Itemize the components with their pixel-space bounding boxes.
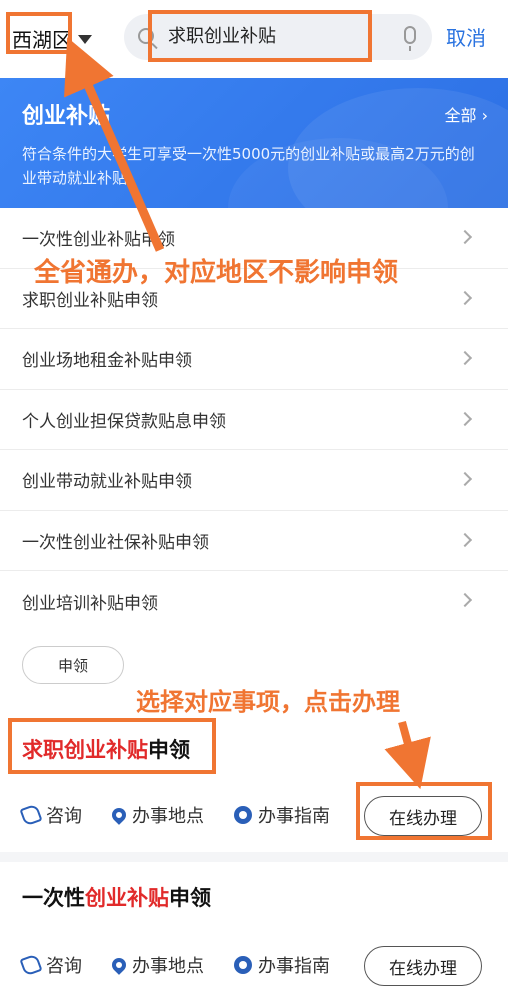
chevron-right-icon <box>457 229 473 245</box>
list-item-label: 创业带动就业补贴申领 <box>22 472 192 493</box>
search-icon <box>138 28 154 44</box>
chevron-right-icon <box>457 592 473 608</box>
filter-tag[interactable]: 申领 <box>22 646 124 684</box>
banner-description: 符合条件的大学生可享受一次性5000元的创业补贴或最高2万元的创业带动就业补贴。 <box>22 145 475 187</box>
view-all-link[interactable]: 全部 › <box>445 102 489 126</box>
compass-icon <box>234 806 252 824</box>
title-rest: 申领 <box>148 738 190 762</box>
action-label: 办事指南 <box>258 956 330 977</box>
location-button[interactable]: 办事地点 <box>109 802 204 828</box>
chevron-right-icon <box>457 411 473 426</box>
action-label: 办事指南 <box>258 806 330 827</box>
caret-down-icon <box>78 34 92 44</box>
annotation-note: 选择对应事项，点击办理 <box>136 688 400 716</box>
action-label: 咨询 <box>46 806 82 827</box>
category-banner: 创业补贴 全部 › 符合条件的大学生可享受一次性5000元的创业补贴或最高2万元… <box>0 78 508 208</box>
action-label: 办事地点 <box>132 806 204 827</box>
title-prefix: 一次性 <box>22 886 85 910</box>
list-item-label: 创业场地租金补贴申领 <box>22 351 192 372</box>
action-label: 办事地点 <box>132 956 204 977</box>
action-label: 咨询 <box>46 956 82 977</box>
list-item-label: 一次性创业社保补贴申领 <box>22 532 209 553</box>
list-item-label: 个人创业担保贷款贴息申领 <box>22 411 226 432</box>
list-item-label: 创业培训补贴申领 <box>22 593 158 614</box>
list-item[interactable]: 一次性创业社保补贴申领 <box>0 511 508 571</box>
list-item[interactable]: 个人创业担保贷款贴息申领 <box>0 390 508 450</box>
chevron-right-icon <box>457 471 473 487</box>
title-highlight: 创业补贴 <box>85 886 169 910</box>
search-input[interactable]: 求职创业补贴 <box>124 14 432 60</box>
list-item-label: 求职创业补贴申领 <box>22 290 158 311</box>
region-selector[interactable]: 西湖区 <box>12 18 92 58</box>
list-item-label: 一次性创业补贴申领 <box>22 230 175 251</box>
microphone-icon[interactable] <box>404 26 416 51</box>
list-item[interactable]: 创业场地租金补贴申领 <box>0 329 508 390</box>
region-label: 西湖区 <box>12 27 72 52</box>
result-card: 求职创业补贴申领 咨询 办事地点 办事指南 在线办理 <box>0 702 508 852</box>
chevron-right-icon <box>457 350 473 366</box>
annotation-note: 全省通办，对应地区不影响申领 <box>34 258 399 288</box>
card-actions: 咨询 办事地点 办事指南 <box>19 796 360 834</box>
consult-button[interactable]: 咨询 <box>19 952 82 978</box>
title-highlight: 求职创业补贴 <box>22 738 148 762</box>
list-item[interactable]: 创业带动就业补贴申领 <box>0 450 508 511</box>
guide-button[interactable]: 办事指南 <box>234 802 330 828</box>
location-button[interactable]: 办事地点 <box>109 952 204 978</box>
location-pin-icon <box>109 805 129 825</box>
apply-online-button[interactable]: 在线办理 <box>364 946 482 986</box>
card-actions: 咨询 办事地点 办事指南 <box>19 946 360 984</box>
compass-icon <box>234 956 252 974</box>
search-query: 求职创业补贴 <box>168 26 276 47</box>
result-card: 一次性创业补贴申领 咨询 办事地点 办事指南 在线办理 <box>0 862 508 1000</box>
phone-icon <box>19 803 43 827</box>
title-rest: 申领 <box>169 886 211 910</box>
banner-title: 创业补贴 <box>22 104 111 129</box>
guide-button[interactable]: 办事指南 <box>234 952 330 978</box>
search-header: 西湖区 求职创业补贴 取消 <box>0 0 508 78</box>
result-title[interactable]: 一次性创业补贴申领 <box>22 882 211 912</box>
cancel-button[interactable]: 取消 <box>446 22 486 51</box>
result-title[interactable]: 求职创业补贴申领 <box>22 734 190 764</box>
consult-button[interactable]: 咨询 <box>19 802 82 828</box>
list-item[interactable]: 创业培训补贴申领 <box>0 571 508 632</box>
location-pin-icon <box>109 955 129 975</box>
apply-online-button[interactable]: 在线办理 <box>364 796 482 836</box>
phone-icon <box>19 953 43 977</box>
chevron-right-icon <box>457 532 473 547</box>
chevron-right-icon <box>457 290 473 305</box>
